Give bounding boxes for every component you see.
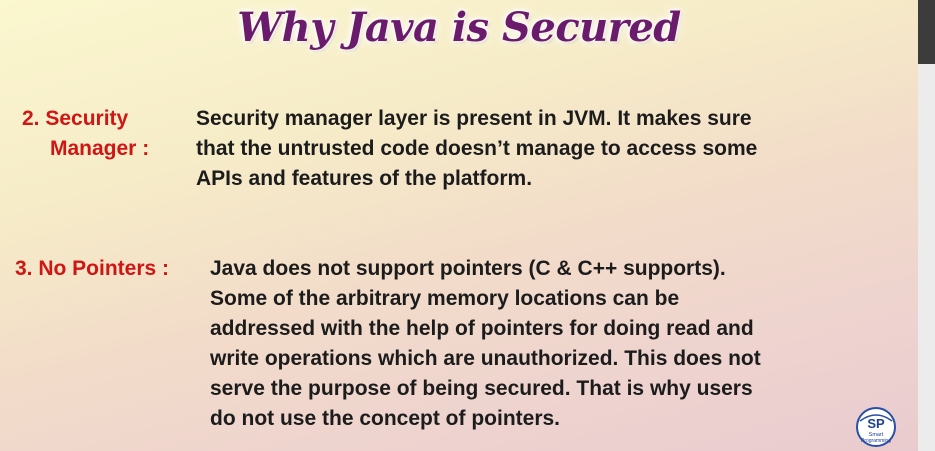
text-line: serve the purpose of being secured. That…: [210, 377, 753, 400]
text-line: write operations which are unauthorized.…: [210, 347, 761, 370]
scrollbar-track[interactable]: [918, 0, 935, 451]
text-line: Security manager layer is present in JVM…: [196, 107, 752, 130]
point-security-manager-text: Security manager layer is present in JVM…: [196, 104, 896, 194]
text-line: addressed with the help of pointers for …: [210, 317, 754, 340]
logo-monogram: SP: [867, 416, 885, 431]
slide-title: Why Java is Secured: [237, 4, 681, 51]
text-line: APIs and features of the platform.: [196, 167, 533, 190]
label-line: 2. Security: [22, 107, 129, 130]
text-line: that the untrusted code doesn’t manage t…: [196, 137, 758, 160]
point-no-pointers-text: Java does not support pointers (C & C++ …: [210, 254, 900, 434]
text-line: Some of the arbitrary memory locations c…: [210, 287, 680, 310]
text-line: Java does not support pointers (C & C++ …: [210, 257, 726, 280]
text-line: do not use the concept of pointers.: [210, 407, 561, 430]
point-no-pointers-label: 3. No Pointers :: [15, 257, 170, 280]
smart-programming-logo: SP Smart Programming: [856, 407, 896, 447]
scrollbar-thumb[interactable]: [918, 0, 935, 64]
logo-text-line: Programming: [861, 438, 891, 444]
label-line: Manager :: [50, 137, 150, 160]
point-security-manager-label: 2. Security Manager :: [22, 104, 149, 164]
